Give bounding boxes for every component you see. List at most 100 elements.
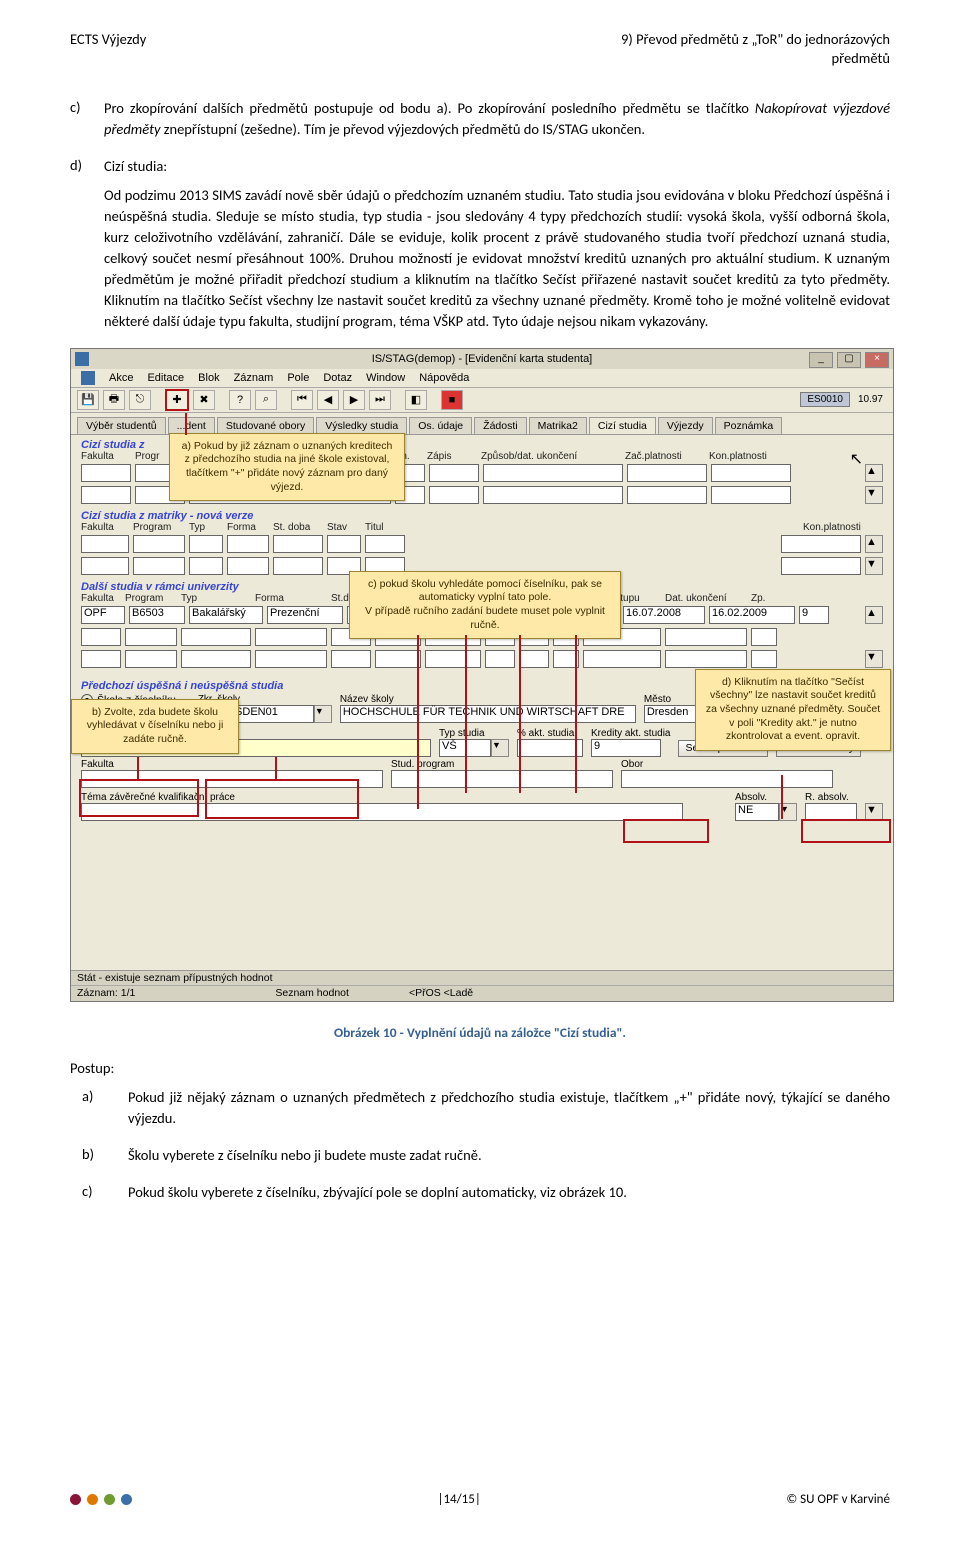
tab-cizistudia[interactable]: Cizí studia [589,417,656,434]
tab-vysledky[interactable]: Výsledky studia [316,417,407,434]
lov-down-icon[interactable]: ▼ [779,803,797,821]
tab-matrika2[interactable]: Matrika2 [529,417,587,434]
tab-poznamka[interactable]: Poznámka [715,417,783,434]
input-field[interactable] [133,557,185,575]
scroll-down-icon[interactable]: ▼ [865,803,883,821]
input-field[interactable] [125,628,177,646]
menu-item[interactable]: Blok [198,372,219,384]
input-field[interactable] [365,535,405,553]
scroll-up-icon[interactable]: ▲ [865,606,883,624]
input-field[interactable] [81,535,129,553]
input-field[interactable] [227,535,269,553]
input-field[interactable] [81,486,131,504]
lov-down-icon[interactable]: ▼ [491,739,509,757]
input-field[interactable] [227,557,269,575]
input-field[interactable] [81,650,121,668]
input-field[interactable] [583,650,661,668]
menu-item[interactable]: Window [366,372,405,384]
input-field[interactable] [627,464,707,482]
toolbar-last-icon[interactable]: ⏭ [369,390,391,410]
input-field[interactable] [781,557,861,575]
input-field[interactable] [519,650,549,668]
typ-field[interactable]: Bakalářský [189,606,263,624]
close-button[interactable]: × [865,352,889,368]
lov-down-icon[interactable]: ▼ [314,705,332,723]
input-field[interactable] [375,650,421,668]
input-field[interactable] [485,650,515,668]
input-field[interactable] [751,628,777,646]
scroll-down-icon[interactable]: ▼ [865,650,883,668]
toolbar-print-icon[interactable]: 🖶 [103,390,125,410]
input-field[interactable] [711,486,791,504]
pct-field[interactable] [517,739,583,757]
rabsolv-field[interactable] [805,803,857,821]
fakulta-field2[interactable] [81,770,383,788]
input-field[interactable] [81,628,121,646]
input-field[interactable] [553,650,579,668]
menu-item[interactable]: Pole [287,372,309,384]
toolbar-prev-icon[interactable]: ◀ [317,390,339,410]
nazev-skoly-field[interactable]: HOCHSCHULE FÜR TECHNIK UND WIRTSCHAFT DR… [340,705,636,723]
tab-obory[interactable]: Studované obory [217,417,314,434]
menu-item[interactable]: Editace [147,372,184,384]
input-field[interactable] [429,464,479,482]
input-field[interactable] [425,650,481,668]
input-field[interactable] [627,486,707,504]
input-field[interactable] [483,486,623,504]
tab-vyber[interactable]: Výběr studentů [77,417,166,434]
input-field[interactable] [125,650,177,668]
input-field[interactable] [189,557,223,575]
input-field[interactable] [331,650,371,668]
scroll-down-icon[interactable]: ▼ [865,486,883,504]
tab-student[interactable]: ...dent [168,417,215,434]
tab-osudaje[interactable]: Os. údaje [409,417,472,434]
input-field[interactable] [665,628,747,646]
input-field[interactable] [273,557,323,575]
fakulta-field[interactable]: OPF [81,606,125,624]
toolbar-save-icon[interactable]: 💾 [77,390,99,410]
toolbar-query-icon[interactable]: ? [229,390,251,410]
input-field[interactable] [181,650,251,668]
toolbar-exit-icon[interactable]: ⎋ [129,390,151,410]
input-field[interactable] [751,650,777,668]
zp-field[interactable]: 9 [799,606,829,624]
scroll-up-icon[interactable]: ▲ [865,464,883,482]
forma-field[interactable]: Prezenční [267,606,343,624]
studprogram-field[interactable] [391,770,613,788]
toolbar-island-icon[interactable]: ◧ [405,390,427,410]
absolv-field[interactable]: NE [735,803,779,821]
datukonceni-field[interactable]: 16.02.2009 [709,606,795,624]
input-field[interactable] [255,628,327,646]
toolbar-stop-icon[interactable]: ■ [441,390,463,410]
maximize-button[interactable]: ▢ [837,352,861,368]
input-field[interactable] [429,486,479,504]
input-field[interactable] [81,557,129,575]
input-field[interactable] [665,650,747,668]
obor-field[interactable] [621,770,833,788]
scroll-down-icon[interactable]: ▼ [865,557,883,575]
toolbar-new-record-button[interactable]: ✚ [165,389,189,411]
input-field[interactable] [273,535,323,553]
input-field[interactable] [133,535,185,553]
tab-zadosti[interactable]: Žádosti [474,417,526,434]
input-field[interactable] [181,628,251,646]
input-field[interactable] [483,464,623,482]
tab-vyjezdy[interactable]: Výjezdy [658,417,713,434]
scroll-up-icon[interactable]: ▲ [865,535,883,553]
input-field[interactable] [327,535,361,553]
tema-field[interactable] [81,803,683,821]
input-field[interactable] [189,535,223,553]
input-field[interactable] [781,535,861,553]
toolbar-delete-icon[interactable]: ✖ [193,390,215,410]
toolbar-first-icon[interactable]: ⏮ [291,390,313,410]
kredity-field[interactable]: 9 [591,739,661,757]
program-field[interactable]: B6503 [129,606,185,624]
menu-item[interactable]: Záznam [234,372,274,384]
typstudia-field[interactable]: VŠ [439,739,491,757]
input-field[interactable] [255,650,327,668]
minimize-button[interactable]: _ [809,352,833,368]
toolbar-execute-icon[interactable]: ⌕ [255,390,277,410]
input-field[interactable] [81,464,131,482]
menu-item[interactable]: Nápověda [419,372,469,384]
menu-item[interactable]: Dotaz [323,372,352,384]
